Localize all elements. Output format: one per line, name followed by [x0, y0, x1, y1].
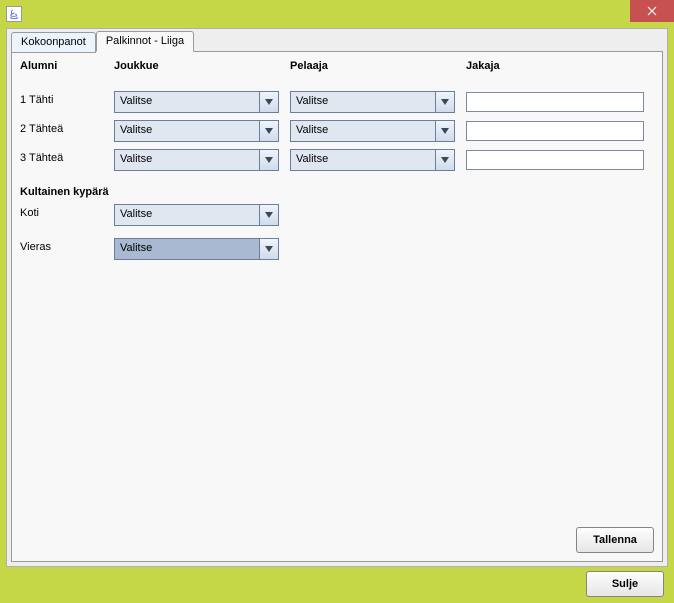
combo-team-2-value: Valitse — [115, 121, 259, 141]
combo-away-value: Valitse — [115, 239, 259, 259]
combo-player-3-value: Valitse — [291, 150, 435, 170]
input-jakaja-1[interactable] — [466, 92, 644, 112]
tab-palkinnot[interactable]: Palkinnot - Liiga — [96, 31, 194, 52]
chevron-down-icon — [435, 92, 454, 112]
label-koti: Koti — [20, 207, 39, 219]
combo-team-3[interactable]: Valitse — [114, 149, 279, 171]
tab-strip: Kokoonpanot Palkinnot - Liiga — [11, 31, 194, 52]
tab-kokoonpanot[interactable]: Kokoonpanot — [11, 32, 96, 53]
combo-team-1[interactable]: Valitse — [114, 91, 279, 113]
chevron-down-icon — [259, 92, 278, 112]
input-jakaja-2[interactable] — [466, 121, 644, 141]
label-2-tahtea: 2 Tähteä — [20, 123, 63, 135]
label-3-tahtea: 3 Tähteä — [20, 152, 63, 164]
header-alumni: Alumni — [20, 60, 114, 72]
section-kultainen-kypara: Kultainen kypärä — [20, 186, 109, 198]
header-jakaja: Jakaja — [466, 60, 646, 72]
header-pelaaja: Pelaaja — [290, 60, 456, 72]
java-app-icon — [6, 6, 22, 22]
save-button[interactable]: Tallenna — [576, 527, 654, 553]
form-content: Alumni Joukkue Pelaaja Jakaja 1 Tähti 2 … — [20, 60, 654, 519]
close-button[interactable]: Sulje — [586, 571, 664, 597]
combo-home-value: Valitse — [115, 205, 259, 225]
main-panel: Kokoonpanot Palkinnot - Liiga Alumni Jou… — [6, 28, 668, 567]
chevron-down-icon — [259, 205, 278, 225]
combo-player-3[interactable]: Valitse — [290, 149, 455, 171]
chevron-down-icon — [259, 239, 278, 259]
combo-player-2-value: Valitse — [291, 121, 435, 141]
chevron-down-icon — [435, 121, 454, 141]
combo-team-3-value: Valitse — [115, 150, 259, 170]
tab-panel-palkinnot: Alumni Joukkue Pelaaja Jakaja 1 Tähti 2 … — [11, 51, 663, 562]
label-vieras: Vieras — [20, 241, 51, 253]
combo-away[interactable]: Valitse — [114, 238, 279, 260]
combo-team-2[interactable]: Valitse — [114, 120, 279, 142]
chevron-down-icon — [259, 150, 278, 170]
dialog-footer: Sulje — [6, 569, 668, 599]
label-1-tahti: 1 Tähti — [20, 94, 53, 106]
combo-player-2[interactable]: Valitse — [290, 120, 455, 142]
combo-home[interactable]: Valitse — [114, 204, 279, 226]
input-jakaja-3[interactable] — [466, 150, 644, 170]
window-close-button[interactable] — [630, 0, 674, 22]
combo-player-1[interactable]: Valitse — [290, 91, 455, 113]
chevron-down-icon — [435, 150, 454, 170]
titlebar — [0, 0, 674, 28]
header-joukkue: Joukkue — [114, 60, 280, 72]
chevron-down-icon — [259, 121, 278, 141]
combo-team-1-value: Valitse — [115, 92, 259, 112]
combo-player-1-value: Valitse — [291, 92, 435, 112]
